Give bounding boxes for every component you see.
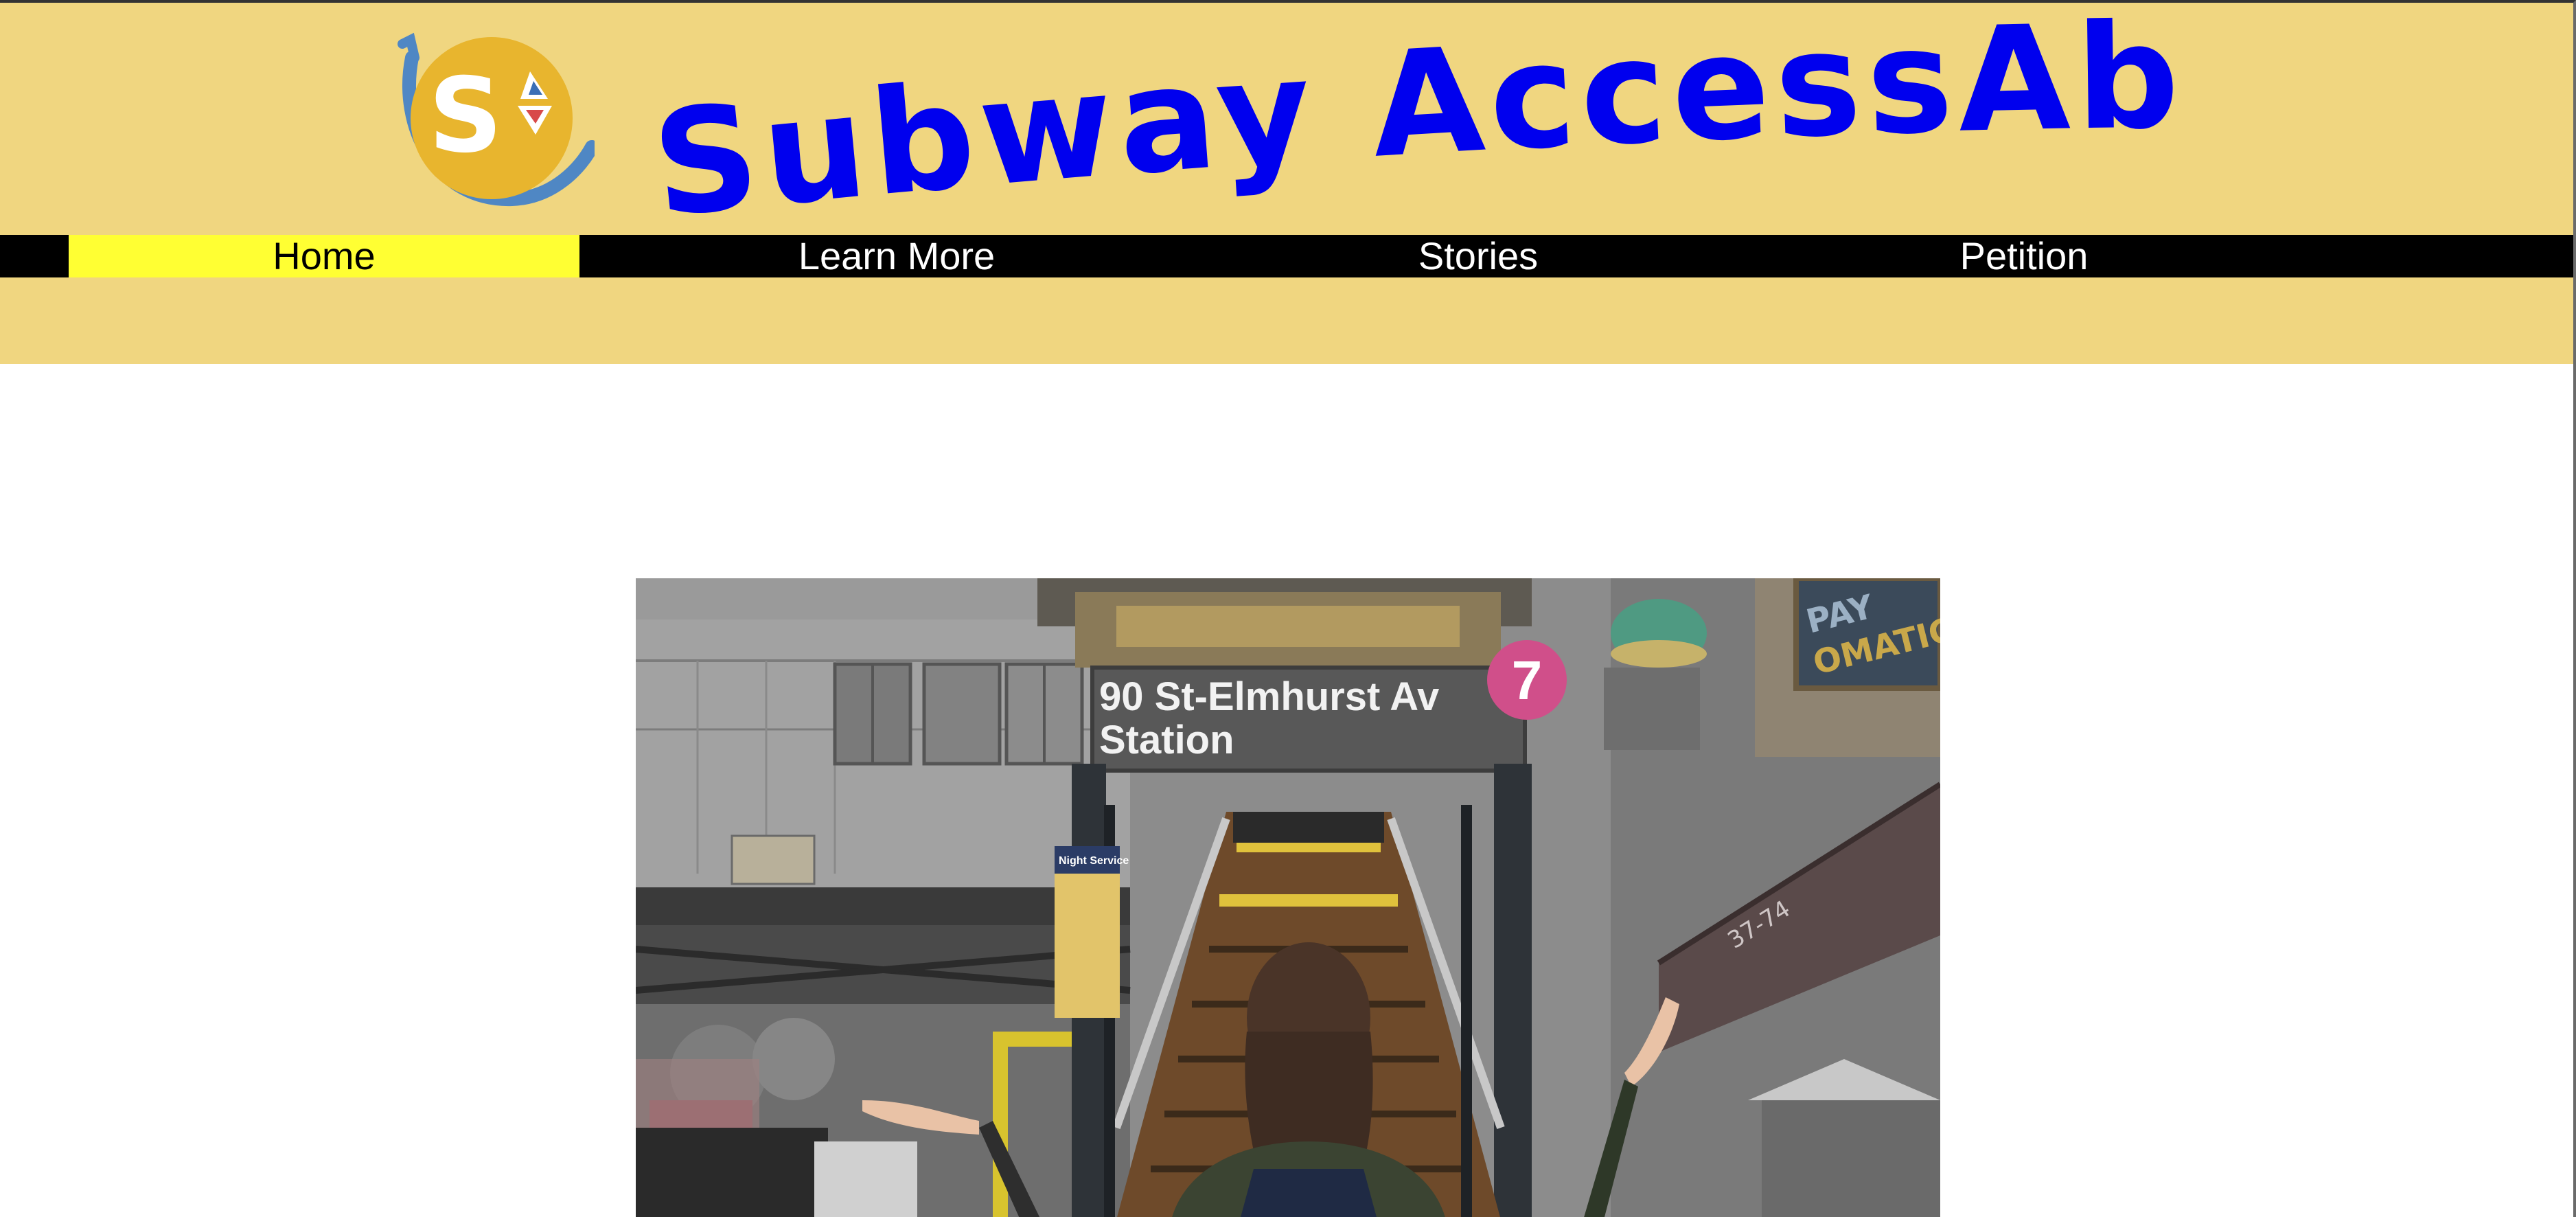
nav-stories[interactable]: Stories — [1214, 235, 1743, 277]
station-photo: PAY OMATIC 37-74 90 St-Elmhurst Av Stati… — [636, 578, 1940, 1217]
site-title-text: Subway AccessAbility — [610, 0, 2186, 250]
route-number: 7 — [1512, 650, 1543, 711]
station-sign-line2: Station — [1099, 718, 1234, 762]
route-7-bullet: 7 — [1487, 640, 1567, 720]
logo[interactable]: S — [389, 30, 595, 209]
poster-title: Night Service — [1059, 855, 1129, 867]
hero-image: PAY OMATIC 37-74 90 St-Elmhurst Av Stati… — [636, 578, 1940, 1217]
logo-letter: S — [428, 56, 503, 176]
nav-learn-more[interactable]: Learn More — [579, 235, 1214, 277]
nav-petition[interactable]: Petition — [1743, 235, 2305, 277]
nav-home[interactable]: Home — [69, 235, 579, 277]
page: S Subway AccessAbility Home Learn More S… — [0, 0, 2576, 1217]
site-header: S Subway AccessAbility Home Learn More S… — [0, 3, 2573, 364]
station-sign-line1: 90 St-Elmhurst Av — [1099, 674, 1439, 719]
main-nav: Home Learn More Stories Petition — [0, 235, 2573, 277]
site-title: Subway AccessAbility — [610, 3, 2181, 250]
logo-icon: S — [398, 32, 595, 207]
site-title-path: Subway AccessAbility — [610, 3, 2181, 250]
